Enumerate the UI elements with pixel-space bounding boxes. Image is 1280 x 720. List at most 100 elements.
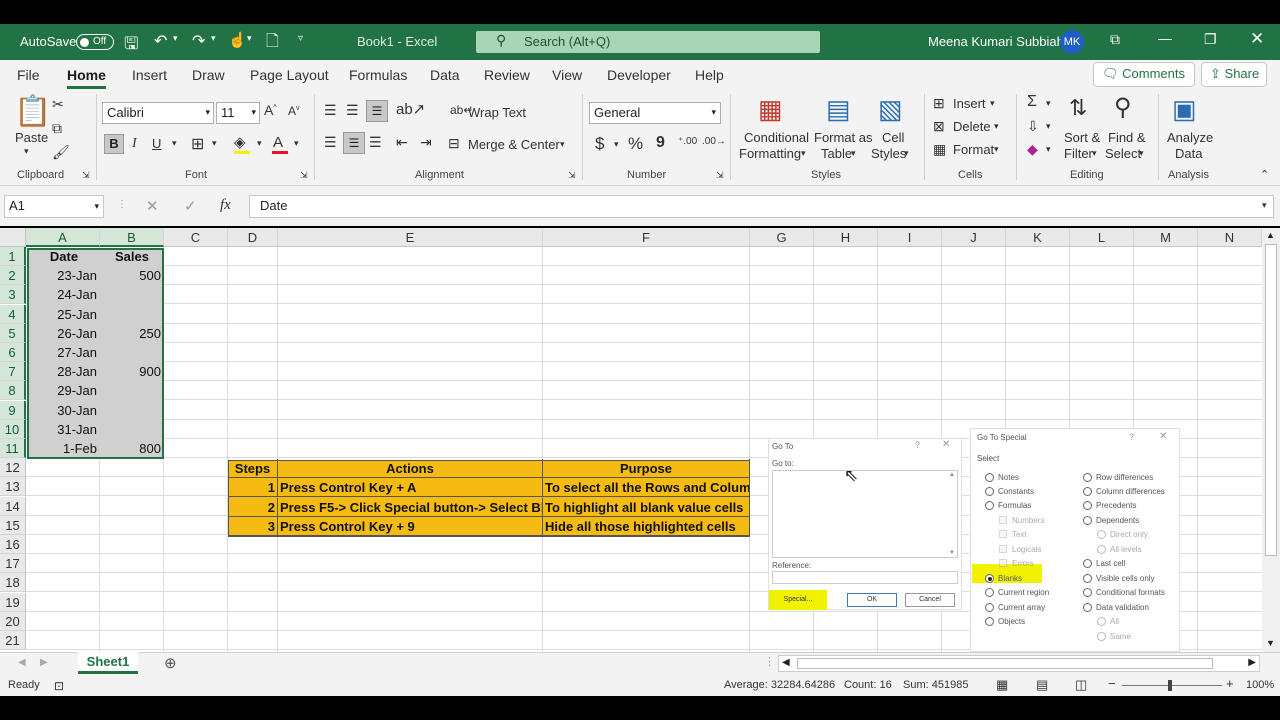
blanks-radio[interactable] [985, 574, 994, 583]
format-as-table-label-1[interactable]: Format as [814, 130, 873, 145]
sheet-tab-sheet1[interactable]: Sheet1 [78, 652, 138, 674]
scroll-down-icon[interactable]: ▼ [949, 550, 955, 556]
column-header-j[interactable]: J [942, 228, 1006, 247]
row-header-7[interactable]: 7 [0, 362, 26, 382]
find-dropdown-icon[interactable]: ▾ [1139, 148, 1144, 159]
cell-date[interactable]: 29-Jan [28, 381, 100, 400]
row-header-19[interactable]: 19 [0, 592, 26, 612]
help-icon[interactable]: ? [915, 440, 920, 450]
save-icon[interactable]: 🖫 [124, 31, 138, 60]
search-box[interactable]: ⚲ Search (Alt+Q) [476, 31, 820, 53]
delete-dropdown-icon[interactable]: ▾ [994, 121, 999, 132]
format-cells-icon[interactable]: ▦ [933, 141, 946, 158]
horizontal-scrollbar[interactable]: ◀ ▶ [778, 655, 1260, 672]
number-format-select[interactable]: General ▾ [589, 102, 721, 124]
close-icon[interactable]: ✕ [1250, 29, 1264, 49]
go-to-list[interactable]: ▲ ▼ [772, 470, 958, 558]
cell-sales[interactable] [100, 420, 164, 439]
merge-center-button[interactable]: Merge & Center [468, 137, 560, 152]
cell-date[interactable]: 26-Jan [28, 324, 100, 343]
user-name[interactable]: Meena Kumari Subbiah [928, 34, 1064, 49]
cell-sales[interactable] [100, 343, 164, 362]
cell-styles-icon[interactable]: ▧ [878, 94, 903, 125]
format-painter-icon[interactable]: 🖌 [52, 144, 70, 161]
cancel-button[interactable]: Cancel [905, 593, 955, 607]
next-sheet-icon[interactable]: ▶ [40, 657, 48, 668]
clear-dropdown-icon[interactable]: ▾ [1046, 144, 1051, 155]
analyze-data-label-1[interactable]: Analyze [1167, 130, 1213, 145]
logicals-checkbox[interactable] [999, 545, 1007, 553]
visible-cells-only-radio[interactable] [1083, 574, 1092, 583]
customize-qat-icon[interactable]: ▿ [298, 33, 303, 44]
conditional-formatting-label-2[interactable]: Formatting [739, 146, 801, 161]
clear-icon[interactable]: ◆ [1027, 141, 1038, 158]
touch-mode-icon[interactable]: ☝ [228, 31, 247, 49]
tab-home[interactable]: Home [67, 67, 106, 89]
increase-indent-icon[interactable]: ⇥ [420, 134, 432, 151]
cell-sales[interactable]: 800 [100, 439, 164, 458]
zoom-in-icon[interactable]: + [1226, 676, 1234, 691]
column-header-a[interactable]: A [26, 228, 100, 247]
column-header-n[interactable]: N [1198, 228, 1262, 247]
column-header-l[interactable]: L [1070, 228, 1134, 247]
horizontal-scroll-thumb[interactable] [797, 658, 1213, 669]
text-checkbox[interactable] [999, 530, 1007, 538]
expand-formula-icon[interactable]: ▾ [1262, 200, 1267, 211]
cell-date[interactable]: 31-Jan [28, 420, 100, 439]
conditional-dropdown-icon[interactable]: ▾ [801, 148, 806, 159]
font-color-icon[interactable]: A [273, 134, 283, 151]
row-header-12[interactable]: 12 [0, 458, 26, 478]
cell-sales[interactable] [100, 305, 164, 324]
add-sheet-icon[interactable]: ⊕ [164, 654, 177, 672]
increase-font-icon[interactable]: A^ [264, 102, 277, 118]
data-validation-radio[interactable] [1083, 603, 1092, 612]
cell-sales[interactable] [100, 285, 164, 304]
row-header-9[interactable]: 9 [0, 400, 26, 420]
page-layout-view-icon[interactable]: ▤ [1036, 677, 1048, 693]
alignment-launcher-icon[interactable]: ⇲ [568, 170, 576, 181]
row-header-11[interactable]: 11 [0, 439, 26, 458]
underline-dropdown-icon[interactable]: ▾ [172, 138, 177, 149]
restore-icon[interactable]: ❐ [1204, 31, 1217, 48]
errors-checkbox[interactable] [999, 559, 1007, 567]
copy-icon[interactable]: ⧉ [52, 120, 62, 137]
steps-action[interactable]: Press Control Key + 9 [278, 516, 543, 536]
new-file-icon[interactable]: 🗋 [266, 30, 279, 57]
select-all-corner[interactable] [0, 228, 26, 247]
top-align-icon[interactable]: ☰ [324, 102, 337, 119]
redo-dropdown-icon[interactable]: ▾ [211, 33, 216, 44]
row-header-21[interactable]: 21 [0, 631, 26, 650]
normal-view-icon[interactable]: ▦ [996, 677, 1008, 693]
fill-color-icon[interactable]: ◈ [234, 133, 246, 151]
special-button[interactable]: Special... [774, 593, 822, 607]
ribbon-display-icon[interactable]: ⧉ [1110, 31, 1120, 48]
zoom-level[interactable]: 100% [1246, 679, 1274, 691]
cell-sales[interactable]: 250 [100, 324, 164, 343]
cell-date[interactable]: 30-Jan [28, 401, 100, 420]
steps-purpose[interactable]: To select all the Rows and Columns [543, 478, 750, 498]
status-average[interactable]: Average: 32284.64286 [724, 679, 835, 691]
analyze-data-label-2[interactable]: Data [1175, 146, 1202, 161]
steps-header[interactable]: Steps [228, 459, 278, 479]
font-launcher-icon[interactable]: ⇲ [300, 170, 308, 181]
current-region-radio[interactable] [985, 588, 994, 597]
steps-purpose[interactable]: To highlight all blank value cells [543, 497, 750, 517]
precedents-radio[interactable] [1083, 501, 1092, 510]
tab-page-layout[interactable]: Page Layout [250, 67, 329, 83]
cancel-entry-icon[interactable]: ✕ [146, 197, 159, 215]
collapse-ribbon-icon[interactable]: ⌃ [1260, 168, 1269, 181]
avatar[interactable]: MK [1060, 30, 1084, 54]
format-cells-button[interactable]: Format [953, 142, 994, 157]
format-as-table-label-2[interactable]: Table [821, 146, 852, 161]
format-as-table-icon[interactable]: ▤ [826, 94, 851, 125]
vertical-scroll-thumb[interactable] [1265, 244, 1277, 556]
row-header-20[interactable]: 20 [0, 611, 26, 631]
steps-action[interactable]: Press Control Key + A [278, 478, 543, 498]
paste-dropdown-icon[interactable]: ▾ [24, 146, 29, 157]
comma-button[interactable]: 9 [656, 134, 665, 152]
paste-icon[interactable]: 📋 [14, 94, 51, 129]
column-differences-radio[interactable] [1083, 487, 1092, 496]
cell-sales[interactable]: 900 [100, 362, 164, 381]
align-right-icon[interactable]: ☰ [369, 134, 382, 151]
status-count[interactable]: Count: 16 [844, 679, 892, 691]
